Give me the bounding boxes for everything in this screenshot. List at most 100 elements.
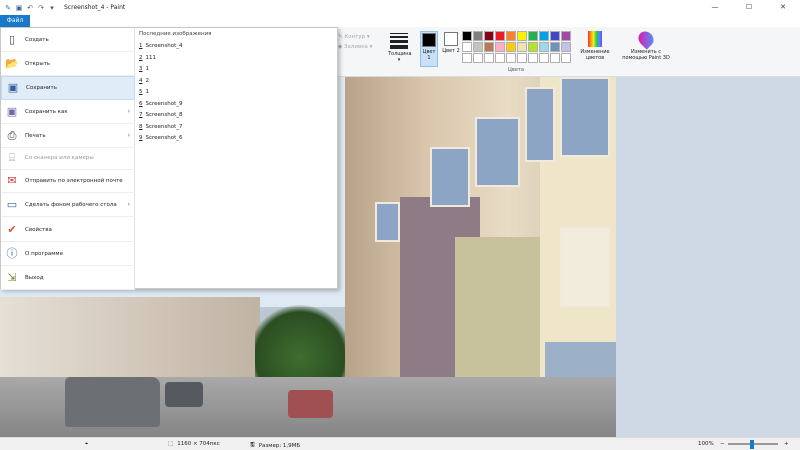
color2-swatch <box>444 32 458 46</box>
zoom-in-button[interactable]: + <box>784 441 789 447</box>
palette-swatch[interactable] <box>561 53 571 63</box>
file-menu-item-label: Сохранить <box>26 85 57 91</box>
palette-swatch[interactable] <box>495 31 505 41</box>
minimize-button[interactable]: — <box>698 0 732 15</box>
file-menu-item[interactable]: ⌸ Со сканера или камеры <box>1 146 135 170</box>
palette-swatch[interactable] <box>528 42 538 52</box>
zoom-slider-thumb[interactable] <box>750 440 754 449</box>
recent-image-item[interactable]: 51 <box>139 89 149 95</box>
file-menu-item[interactable]: ⎙ Печать › <box>1 124 135 148</box>
dimensions-icon: ⬚ <box>168 441 174 447</box>
recent-image-number: 3 <box>139 66 143 72</box>
window-controls: — ☐ ✕ <box>698 0 800 15</box>
recent-image-name: Screenshot_6 <box>145 135 183 141</box>
file-menu-item[interactable]: ▣ Сохранить <box>1 76 135 100</box>
palette-swatch[interactable] <box>550 53 560 63</box>
palette-swatch[interactable] <box>561 42 571 52</box>
paint3d-icon <box>635 28 657 50</box>
open-folder-icon: 📂 <box>5 56 19 70</box>
email-icon: ✉ <box>7 173 17 187</box>
file-menu-item-label: Печать <box>25 132 46 139</box>
recent-image-item[interactable]: 7 Screenshot_8 <box>139 112 183 118</box>
palette-swatch[interactable] <box>528 53 538 63</box>
palette-swatch[interactable] <box>561 31 571 41</box>
outline-dropdown[interactable]: ✎ Контур ▾ <box>338 32 372 42</box>
fill-label: Заливка <box>343 44 368 50</box>
file-menu-item[interactable]: ▭ Сделать фоном рабочего стола › <box>1 193 135 217</box>
palette-swatch[interactable] <box>484 31 494 41</box>
maximize-button[interactable]: ☐ <box>732 0 766 15</box>
color2-button[interactable]: Цвет 2 <box>442 31 460 67</box>
file-tab[interactable]: Файл <box>0 15 30 27</box>
bay-window <box>430 147 470 207</box>
recent-image-item[interactable]: 9 Screenshot_6 <box>139 135 183 141</box>
color2-label: Цвет 2 <box>442 48 460 54</box>
palette-swatch[interactable] <box>473 53 483 63</box>
file-menu-item[interactable]: ⇲ Выход <box>1 266 135 290</box>
file-menu-item-label: Создать <box>25 36 49 43</box>
new-file-icon: ▯ <box>8 32 16 46</box>
paint3d-button[interactable]: Изменить с помощью Paint 3D <box>618 28 674 61</box>
palette-swatch[interactable] <box>473 31 483 41</box>
undo-icon[interactable]: ↶ <box>26 4 34 12</box>
palette-swatch[interactable] <box>473 42 483 52</box>
chevron-right-icon: › <box>127 108 130 115</box>
palette-swatch[interactable] <box>462 31 472 41</box>
recent-image-name: Screenshot_7 <box>145 123 183 130</box>
shape-options: ✎ Контур ▾ ◆ Заливка ▾ <box>338 32 372 52</box>
file-menu-item[interactable]: ✔ Свойства <box>1 218 135 242</box>
desktop-background-icon: ▭ <box>6 197 18 211</box>
palette-swatch[interactable] <box>484 42 494 52</box>
file-menu-item[interactable]: ▯ Создать <box>1 28 135 52</box>
recent-image-item[interactable]: 2 111 <box>139 55 156 61</box>
color1-label: Цвет 1 <box>422 49 436 61</box>
palette-swatch[interactable] <box>506 31 516 41</box>
palette-swatch[interactable] <box>517 31 527 41</box>
recent-image-name: 111 <box>145 54 157 61</box>
bay-window <box>560 77 610 157</box>
palette-swatch[interactable] <box>506 42 516 52</box>
paint-app-icon[interactable]: ✎ <box>4 4 12 12</box>
properties-checkmark-icon: ✔ <box>7 222 17 236</box>
title-bar: ✎ ▣ ↶ ↷ ▾ Screenshot_4 - Paint — ☐ ✕ <box>0 0 800 15</box>
file-menu-item[interactable]: ⓘ О программе <box>1 242 135 266</box>
palette-swatch[interactable] <box>539 31 549 41</box>
palette-swatch[interactable] <box>462 42 472 52</box>
file-menu-item[interactable]: ✉ Отправить по электронной почте <box>1 169 135 193</box>
bay-window <box>525 87 555 162</box>
palette-swatch[interactable] <box>550 31 560 41</box>
outline-label: Контур <box>344 34 366 40</box>
redo-icon[interactable]: ↷ <box>37 4 45 12</box>
palette-swatch[interactable] <box>550 42 560 52</box>
palette-swatch[interactable] <box>462 53 472 63</box>
recent-image-item[interactable]: 31 <box>139 66 149 72</box>
close-button[interactable]: ✕ <box>766 0 800 15</box>
palette-swatch[interactable] <box>539 53 549 63</box>
customize-arrow-icon[interactable]: ▾ <box>48 4 56 12</box>
file-menu: ▯ Создать 📂 Открыть ▣ Сохранить ▣ Сохранить как… <box>0 27 338 290</box>
zoom-out-button[interactable]: − <box>720 441 725 447</box>
color1-button[interactable]: Цвет 1 <box>420 31 438 67</box>
status-bar: ⌖ ⬚ 1160 × 704пкс 🖫 Размер: 1,9МБ 100% −… <box>0 437 800 450</box>
recent-image-name: 1 <box>145 66 150 72</box>
palette-swatch[interactable] <box>517 42 527 52</box>
edit-colors-button[interactable]: Изменение цветов <box>578 31 612 61</box>
palette-swatch[interactable] <box>495 53 505 63</box>
recent-image-item[interactable]: 1 Screenshot_4 <box>139 43 183 49</box>
recent-image-item[interactable]: 6 Screenshot_9 <box>139 101 183 107</box>
palette-swatch[interactable] <box>528 31 538 41</box>
recent-image-item[interactable]: 42 <box>139 78 149 84</box>
palette-swatch[interactable] <box>539 42 549 52</box>
palette-swatch[interactable] <box>495 42 505 52</box>
file-menu-item[interactable]: ▣ Сохранить как › <box>1 100 135 124</box>
thickness-button[interactable]: Толщина ▾ <box>388 31 412 69</box>
edit-colors-label: Изменение цветов <box>580 49 610 61</box>
fill-dropdown[interactable]: ◆ Заливка ▾ <box>338 42 372 52</box>
file-menu-item[interactable]: 📂 Открыть <box>1 52 135 76</box>
save-icon[interactable]: ▣ <box>15 4 23 12</box>
palette-swatch[interactable] <box>517 53 527 63</box>
palette-swatch[interactable] <box>506 53 516 63</box>
palette-swatch[interactable] <box>484 53 494 63</box>
recent-image-item[interactable]: 8 Screenshot_7 <box>139 124 183 130</box>
recent-image-name: Screenshot_8 <box>145 112 183 118</box>
